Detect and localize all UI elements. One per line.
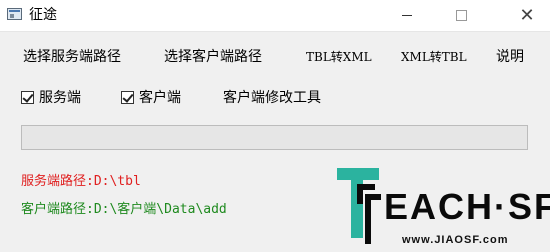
server-checkbox[interactable]: 服务端 xyxy=(21,88,91,108)
watermark-url-text: www.JIAOSF.com xyxy=(402,234,509,246)
client-checkbox-box[interactable] xyxy=(121,91,134,104)
window-title: 征途 xyxy=(29,7,57,23)
maximize-icon xyxy=(456,10,467,21)
app-window-icon xyxy=(7,8,22,20)
progress-bar xyxy=(21,125,528,150)
minimize-button[interactable] xyxy=(384,0,430,31)
xml-to-tbl-button[interactable]: XML转TBL xyxy=(401,46,467,68)
checkmark-icon xyxy=(122,91,134,103)
app-window: 征途 ✕ 选择服务端路径 选择客户端路径 TBL转XML XML转TBL 说明 … xyxy=(0,0,550,252)
tbl-to-xml-button[interactable]: TBL转XML xyxy=(306,46,372,68)
client-path-label: 客户端路径:D:\客户端\Data\add xyxy=(21,202,227,217)
title-bar[interactable]: 征途 ✕ xyxy=(0,0,550,32)
watermark-brand-text: EACH·SF xyxy=(384,186,550,227)
client-modify-tool-button[interactable]: 客户端修改工具 xyxy=(223,88,321,108)
help-button[interactable]: 说明 xyxy=(496,46,524,68)
select-server-path-button[interactable]: 选择服务端路径 xyxy=(23,46,121,68)
maximize-button[interactable] xyxy=(438,0,484,31)
client-checkbox-label: 客户端 xyxy=(139,90,181,106)
close-button[interactable]: ✕ xyxy=(504,0,550,31)
client-checkbox[interactable]: 客户端 xyxy=(121,88,191,108)
server-path-label: 服务端路径:D:\tbl xyxy=(21,174,141,189)
checkmark-icon xyxy=(22,91,34,103)
select-client-path-button[interactable]: 选择客户端路径 xyxy=(164,46,262,68)
teachsf-watermark-logo: EACH·SF www.JIAOSF.com xyxy=(335,160,550,252)
minimize-icon xyxy=(402,15,412,16)
server-checkbox-label: 服务端 xyxy=(39,90,81,106)
server-checkbox-box[interactable] xyxy=(21,91,34,104)
close-icon: ✕ xyxy=(519,5,535,26)
